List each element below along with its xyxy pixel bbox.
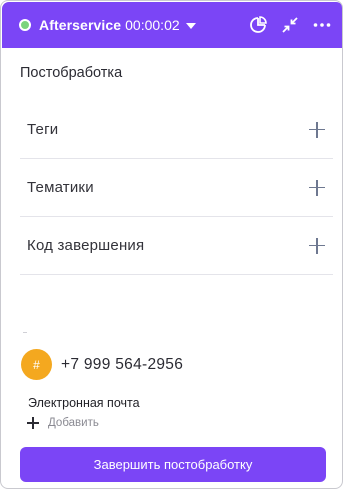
add-completion-code-plus-icon[interactable]	[309, 237, 325, 254]
caret-down-icon[interactable]	[185, 23, 196, 29]
topics-row[interactable]: Тематики	[20, 159, 333, 217]
add-tag-plus-icon[interactable]	[309, 121, 325, 138]
pie-chart-icon[interactable]	[247, 14, 269, 36]
divider-mark	[23, 332, 27, 333]
add-topic-plus-icon[interactable]	[309, 179, 325, 196]
topics-label: Тематики	[27, 179, 94, 196]
add-email-button[interactable]: Добавить	[27, 417, 99, 429]
completion-code-row[interactable]: Код завершения	[20, 217, 333, 275]
avatar: #	[21, 349, 52, 380]
phone-number[interactable]: +7 999 564-2956	[61, 356, 183, 374]
header-title: Afterservice	[39, 17, 122, 33]
section-title: Постобработка	[20, 65, 123, 81]
completion-code-label: Код завершения	[27, 237, 145, 254]
add-email-label: Добавить	[48, 417, 99, 429]
status-dot-icon	[19, 19, 31, 31]
finish-afterservice-button[interactable]: Завершить постобработку	[20, 447, 326, 482]
collapse-icon[interactable]	[279, 14, 301, 36]
tags-label: Теги	[27, 121, 59, 138]
email-title: Электронная почта	[28, 396, 140, 410]
tags-row[interactable]: Теги	[20, 101, 333, 159]
more-icon[interactable]	[311, 14, 333, 36]
header-timer: 00:00:02	[125, 17, 180, 33]
header-bar: Afterservice 00:00:02	[2, 2, 342, 48]
plus-icon	[27, 417, 39, 429]
header-actions	[247, 14, 333, 36]
afterservice-panel: Afterservice 00:00:02 Постобработка Теги…	[0, 0, 343, 489]
